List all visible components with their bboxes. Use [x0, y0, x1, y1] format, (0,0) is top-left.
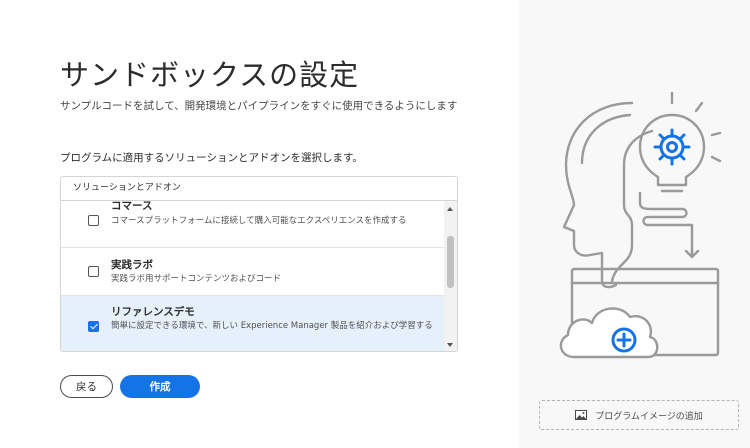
sandbox-illustration [559, 91, 722, 359]
solution-item-commerce[interactable]: コマース コマースプラットフォームに接続して購入可能なエクスペリエンスを作成する [61, 201, 445, 248]
solution-item-labs[interactable]: 実践ラボ 実践ラボ用サポートコンテンツおよびコード [61, 248, 445, 296]
solutions-list[interactable]: コマース コマースプラットフォームに接続して購入可能なエクスペリエンスを作成する… [61, 201, 445, 351]
head-outline-icon [562, 101, 634, 289]
instruction-text: プログラムに適用するソリューションとアドオンを選択します。 [60, 152, 363, 164]
solution-description: 実践ラボ用サポートコンテンツおよびコード [111, 274, 282, 284]
list-scrollbar[interactable] [444, 201, 457, 351]
create-button[interactable]: 作成 [120, 375, 200, 398]
page-subtitle: サンプルコードを試して、開発環境とパイプラインをすぐに使用できるようにします [60, 100, 458, 112]
solutions-panel: ソリューションとアドオン コマース コマースプラットフォームに接続して購入可能な… [60, 176, 458, 352]
gear-icon [653, 128, 691, 166]
solution-name: リファレンスデモ [111, 306, 195, 318]
scroll-thumb[interactable] [447, 236, 454, 288]
main-panel: サンドボックスの設定 サンプルコードを試して、開発環境とパイプラインをすぐに使用… [0, 0, 519, 448]
cloud-icon [559, 307, 659, 359]
solution-description: 簡単に設定できる環境で、新しい Experience Manager 製品を紹介… [111, 321, 433, 331]
back-button[interactable]: 戻る [60, 375, 113, 398]
scroll-down-icon[interactable] [447, 343, 453, 347]
solution-item-reference-demo[interactable]: リファレンスデモ 簡単に設定できる環境で、新しい Experience Mana… [61, 296, 445, 351]
scroll-up-icon[interactable] [447, 207, 453, 211]
add-program-image-button[interactable]: プログラムイメージの追加 [539, 400, 739, 430]
solution-checkbox[interactable] [88, 266, 99, 277]
solution-description: コマースプラットフォームに接続して購入可能なエクスペリエンスを作成する [111, 216, 407, 226]
image-icon [575, 410, 588, 420]
add-image-label: プログラムイメージの追加 [595, 411, 703, 422]
page-title: サンドボックスの設定 [60, 58, 360, 92]
solution-name: 実践ラボ [111, 259, 153, 271]
illustration-panel: プログラムイメージの追加 [519, 0, 750, 448]
solution-checkbox[interactable] [88, 215, 99, 226]
solutions-header: ソリューションとアドオン [61, 177, 457, 201]
solution-name: コマース [111, 201, 153, 212]
solution-checkbox-checked[interactable] [88, 321, 99, 332]
